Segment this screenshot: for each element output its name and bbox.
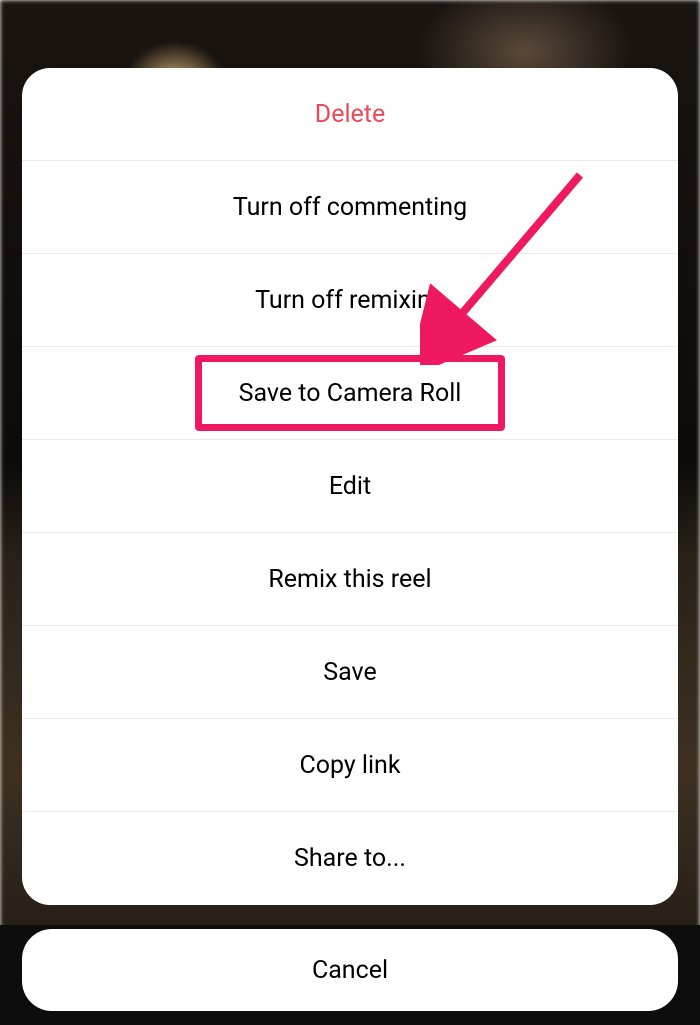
save-to-camera-roll-button[interactable]: Save to Camera Roll	[22, 347, 678, 440]
save-button[interactable]: Save	[22, 626, 678, 719]
turn-off-commenting-label: Turn off commenting	[233, 193, 467, 222]
turn-off-remixing-button[interactable]: Turn off remixing	[22, 254, 678, 347]
copy-link-button[interactable]: Copy link	[22, 719, 678, 812]
turn-off-remixing-label: Turn off remixing	[255, 286, 445, 315]
delete-button[interactable]: Delete	[22, 68, 678, 161]
edit-button[interactable]: Edit	[22, 440, 678, 533]
save-to-camera-roll-label: Save to Camera Roll	[239, 379, 462, 408]
action-sheet: Delete Turn off commenting Turn off remi…	[22, 68, 678, 905]
edit-label: Edit	[329, 472, 371, 501]
copy-link-label: Copy link	[299, 751, 400, 780]
cancel-button[interactable]: Cancel	[22, 929, 678, 1011]
cancel-label: Cancel	[312, 956, 388, 985]
share-to-button[interactable]: Share to...	[22, 812, 678, 905]
save-label: Save	[323, 658, 376, 687]
turn-off-commenting-button[interactable]: Turn off commenting	[22, 161, 678, 254]
remix-this-reel-button[interactable]: Remix this reel	[22, 533, 678, 626]
remix-this-reel-label: Remix this reel	[268, 565, 431, 594]
delete-label: Delete	[315, 100, 385, 129]
share-to-label: Share to...	[294, 844, 406, 873]
